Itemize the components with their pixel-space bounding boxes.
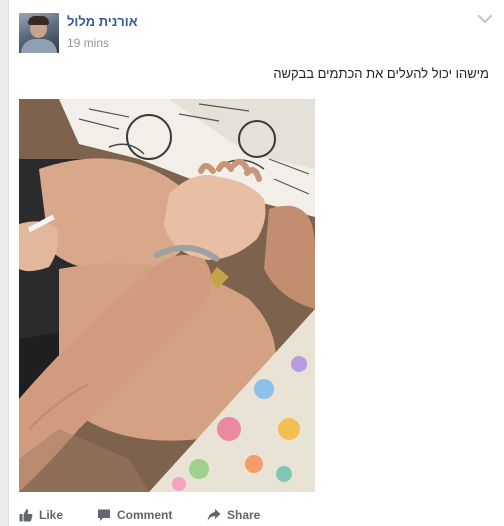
like-icon (19, 509, 33, 522)
action-bar: Like Comment Share (9, 508, 504, 526)
avatar-hair (28, 16, 49, 25)
post-card: אורנית מלול 19 mins מישהו יכול להעלים את… (8, 0, 504, 526)
share-label: Share (227, 508, 261, 522)
comment-icon (98, 509, 110, 521)
comment-label: Comment (117, 508, 173, 522)
post-timestamp[interactable]: 19 mins (67, 36, 109, 50)
author-name[interactable]: אורנית מלול (67, 14, 138, 29)
comment-button[interactable]: Comment (97, 508, 172, 522)
post-photo[interactable] (19, 99, 315, 492)
post-text: מישהו יכול להעלים את הכתמים בבקשה (273, 66, 489, 81)
share-icon (207, 509, 221, 521)
chevron-down-icon[interactable] (478, 14, 492, 24)
like-label: Like (39, 508, 64, 522)
avatar[interactable] (19, 13, 59, 53)
share-button[interactable]: Share (207, 508, 260, 522)
avatar-shirt (21, 39, 57, 53)
like-button[interactable]: Like (19, 508, 63, 522)
